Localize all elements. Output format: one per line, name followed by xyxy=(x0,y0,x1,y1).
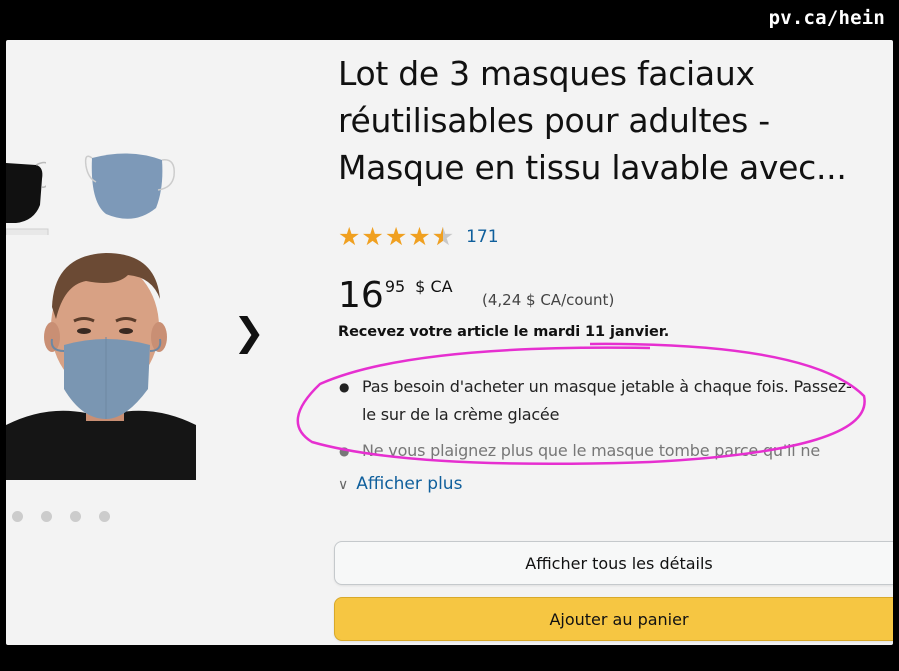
thumbnail-black-mask[interactable] xyxy=(6,155,46,225)
unit-price: (4,24 $ CA/count) xyxy=(482,291,615,309)
bullet-icon: ● xyxy=(339,444,350,458)
review-count-link[interactable]: 171 xyxy=(466,227,498,247)
star-icon: ★ xyxy=(408,222,431,251)
show-more-link[interactable]: ∨ Afficher plus xyxy=(338,474,462,494)
feature-bullet: ● Pas besoin d'acheter un masque jetable… xyxy=(338,373,858,429)
gallery-dot[interactable] xyxy=(99,511,110,522)
feature-bullet-text: Pas besoin d'acheter un masque jetable à… xyxy=(362,377,852,424)
delivery-info: Recevez votre article le mardi 11 janvie… xyxy=(338,324,670,340)
show-all-details-button[interactable]: Afficher tous les détails xyxy=(334,541,893,585)
watermark: pv.ca/hein xyxy=(768,7,885,29)
gallery-dots xyxy=(12,511,110,522)
star-icon: ★ xyxy=(384,222,408,251)
feature-bullet-text: Ne vous plaignez plus que le masque tomb… xyxy=(362,441,821,460)
show-more-label: Afficher plus xyxy=(356,474,463,494)
gallery-dot[interactable] xyxy=(70,511,81,522)
feature-bullet-faded: ● Ne vous plaignez plus que le masque to… xyxy=(338,437,893,465)
product-page: ❯ Lot de 3 masques faciaux réutilisables… xyxy=(6,40,893,645)
star-icon: ★ xyxy=(361,222,384,251)
thumbnail-blue-mask[interactable] xyxy=(84,148,176,226)
price-fraction: 95 xyxy=(384,277,406,296)
gallery-dot[interactable] xyxy=(12,511,23,522)
star-icon: ★ xyxy=(338,222,361,251)
price-currency: $ CA xyxy=(415,277,453,296)
add-to-cart-button[interactable]: Ajouter au panier xyxy=(334,597,893,641)
price: 16 95 $ CA xyxy=(338,276,453,316)
product-image-man-wearing-mask[interactable] xyxy=(6,235,196,480)
price-whole: 16 xyxy=(338,275,384,316)
bullet-icon: ● xyxy=(339,380,350,394)
chevron-down-icon: ∨ xyxy=(338,477,349,493)
half-star-icon: ★ ★ xyxy=(431,222,455,251)
chevron-right-icon[interactable]: ❯ xyxy=(232,310,266,354)
product-title: Lot de 3 masques faciaux réutilisables p… xyxy=(338,54,847,187)
rating-row: ★ ★ ★ ★ ★ ★ 171 xyxy=(338,223,499,251)
star-rating[interactable]: ★ ★ ★ ★ ★ ★ xyxy=(338,223,454,251)
gallery-dot[interactable] xyxy=(41,511,52,522)
